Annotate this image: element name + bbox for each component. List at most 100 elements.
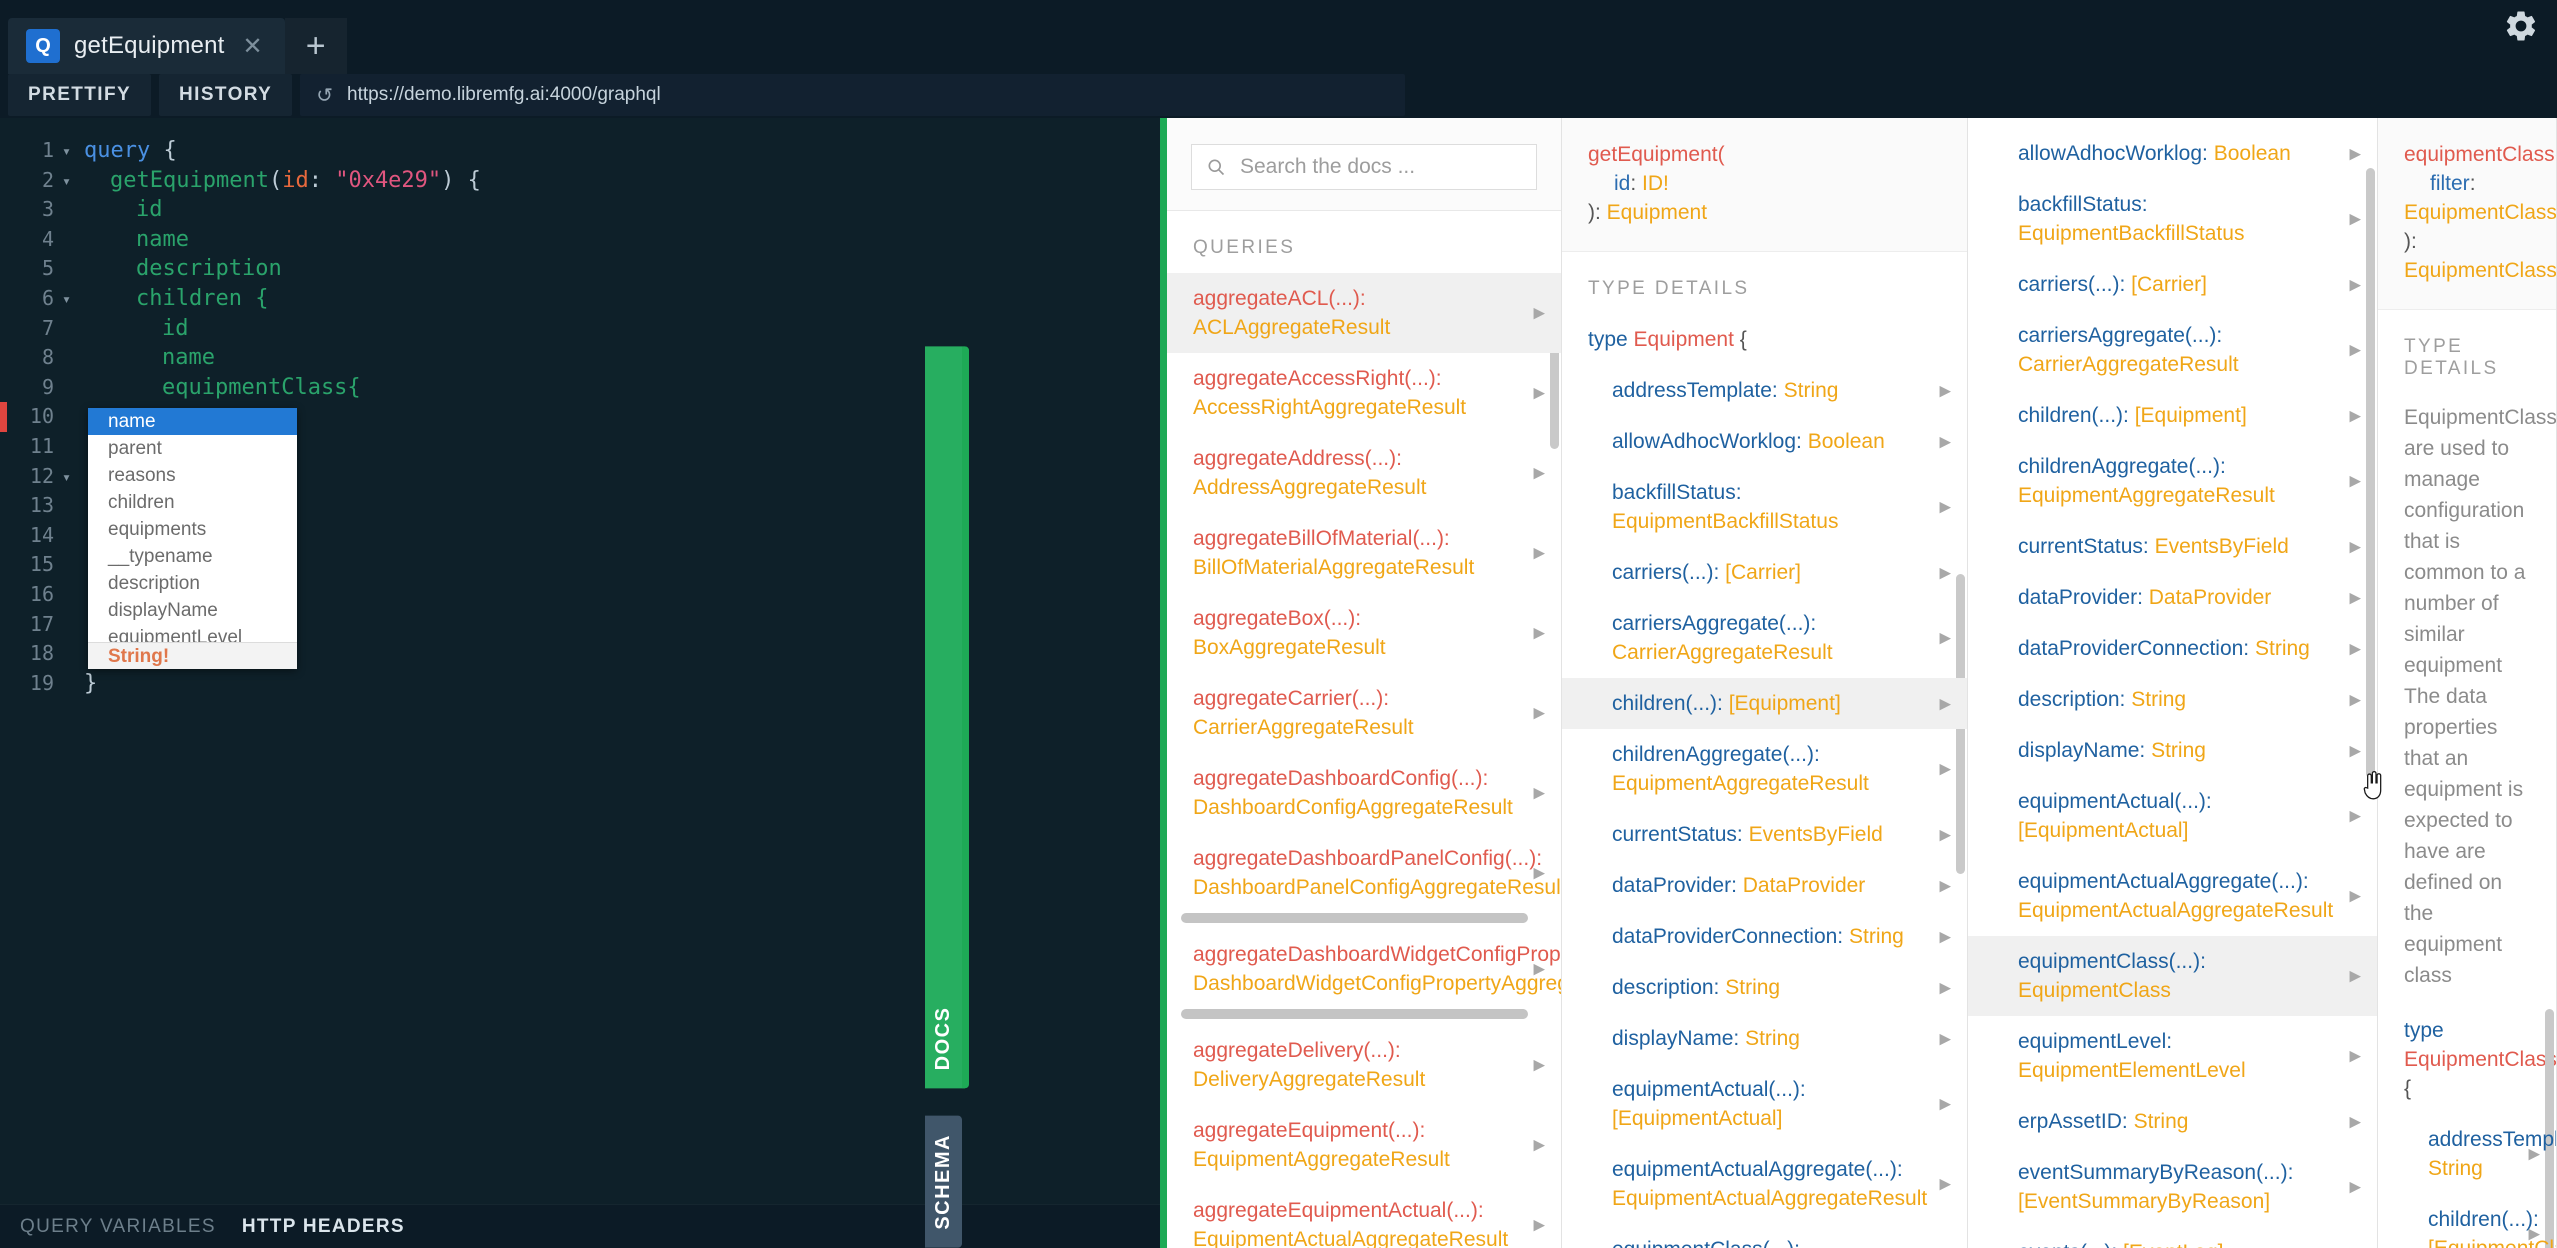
docs-field-row[interactable]: aggregateEquipment(...): EquipmentAggreg… — [1167, 1105, 1561, 1185]
endpoint-url-field[interactable]: ↺ https://demo.libremfg.ai:4000/graphql — [300, 74, 1406, 116]
autocomplete-popup[interactable]: name parent reasons children equipments __typ… — [88, 408, 297, 669]
docs-field-row[interactable]: eventSummaryByReason(...): [EventSummary… — [1968, 1147, 2377, 1227]
chevron-right-icon[interactable]: ▶ — [1939, 493, 1951, 522]
editor-line[interactable]: 5 description — [0, 254, 1160, 284]
chevron-right-icon[interactable]: ▶ — [2349, 1238, 2361, 1248]
docs-field-row[interactable]: equipmentClass(...): EquipmentClass▶ — [1562, 1224, 1967, 1248]
autocomplete-item[interactable]: description — [88, 570, 297, 597]
docs-field-row[interactable]: aggregateDelivery(...): DeliveryAggregat… — [1167, 1025, 1561, 1105]
gear-icon[interactable] — [2503, 8, 2539, 44]
chevron-right-icon[interactable]: ▶ — [1939, 558, 1951, 587]
chevron-right-icon[interactable]: ▶ — [1939, 973, 1951, 1002]
queries-list[interactable]: aggregateACL(...): ACLAggregateResult ▶ ag… — [1167, 273, 1561, 1248]
chevron-right-icon[interactable]: ▶ — [1533, 539, 1545, 568]
docs-field-row[interactable]: aggregateACL(...): ACLAggregateResult ▶ — [1167, 273, 1561, 353]
side-tab-docs[interactable]: DOCS — [925, 346, 969, 1089]
autocomplete-item[interactable]: __typename — [88, 543, 297, 570]
equipmentclass-fields-list[interactable]: type EquipmentClass { addressTemplate: S… — [2378, 1005, 2556, 1248]
query-tab-getequipment[interactable]: Q getEquipment ✕ — [8, 18, 285, 74]
new-tab-button[interactable]: + — [284, 18, 347, 74]
chevron-right-icon[interactable]: ▶ — [1533, 619, 1545, 648]
chevron-right-icon[interactable]: ▶ — [1533, 1131, 1545, 1160]
autocomplete-list[interactable]: name parent reasons children equipments __typ… — [88, 408, 297, 642]
chevron-right-icon[interactable]: ▶ — [1939, 1024, 1951, 1053]
chevron-right-icon[interactable]: ▶ — [2349, 736, 2361, 765]
docs-search-input[interactable] — [1240, 155, 1522, 179]
chevron-right-icon[interactable]: ▶ — [1533, 379, 1545, 408]
autocomplete-item[interactable]: reasons — [88, 462, 297, 489]
close-icon[interactable]: ✕ — [243, 32, 263, 61]
autocomplete-item[interactable]: parent — [88, 435, 297, 462]
history-button[interactable]: HISTORY — [159, 74, 293, 116]
chevron-right-icon[interactable]: ▶ — [1939, 922, 1951, 951]
editor-line[interactable]: 1 ▾ query { — [0, 136, 1160, 166]
docs-field-row[interactable]: equipmentLevel: EquipmentElementLevel ▶ — [1968, 1016, 2377, 1096]
docs-field-row[interactable]: dataProvider: DataProvider ▶ — [1562, 860, 1967, 911]
chevron-right-icon[interactable]: ▶ — [2349, 139, 2361, 168]
docs-field-row[interactable]: children(...): [EquipmentClass]▶ — [2378, 1194, 2556, 1248]
docs-field-row[interactable]: displayName: String ▶ — [1562, 1013, 1967, 1064]
tab-http-headers[interactable]: HTTP HEADERS — [242, 1216, 405, 1238]
chevron-right-icon[interactable]: ▶ — [1533, 1051, 1545, 1080]
docs-field-row[interactable]: displayName: String ▶ — [1968, 725, 2377, 776]
equipment-fields-list[interactable]: type Equipment { addressTemplate: String… — [1562, 314, 1967, 1248]
fold-toggle-icon[interactable]: ▾ — [62, 284, 84, 314]
docs-field-row[interactable]: description: String ▶ — [1562, 962, 1967, 1013]
chevron-right-icon[interactable]: ▶ — [1533, 459, 1545, 488]
docs-field-row[interactable]: aggregateEquipmentActual(...): Equipment… — [1167, 1185, 1561, 1248]
docs-field-row[interactable]: addressTemplate: String ▶ — [1562, 365, 1967, 416]
chevron-right-icon[interactable]: ▶ — [2349, 532, 2361, 561]
reload-icon[interactable]: ↺ — [316, 83, 333, 108]
chevron-right-icon[interactable]: ▶ — [1533, 1211, 1545, 1240]
chevron-right-icon[interactable]: ▶ — [2349, 270, 2361, 299]
autocomplete-item[interactable]: name — [88, 408, 297, 435]
editor-line[interactable]: 6 ▾ children { — [0, 284, 1160, 314]
editor-line[interactable]: 8 name — [0, 343, 1160, 373]
chevron-right-icon[interactable]: ▶ — [1533, 955, 1545, 984]
chevron-right-icon[interactable]: ▶ — [2528, 1140, 2540, 1169]
docs-search-box[interactable] — [1191, 144, 1537, 190]
chevron-right-icon[interactable]: ▶ — [1939, 755, 1951, 784]
docs-field-row[interactable]: aggregateDashboardPanelConfig(...): Dash… — [1167, 833, 1561, 913]
docs-field-row[interactable]: dataProviderConnection: String ▶ — [1562, 911, 1967, 962]
prettify-button[interactable]: PRETTIFY — [8, 74, 152, 116]
side-tab-schema[interactable]: SCHEMA — [925, 1116, 962, 1248]
docs-field-row[interactable]: carriersAggregate(...): CarrierAggregate… — [1968, 310, 2377, 390]
chevron-right-icon[interactable]: ▶ — [2349, 962, 2361, 991]
docs-field-row[interactable]: equipmentActualAggregate(...): Equipment… — [1562, 1144, 1967, 1224]
editor-line[interactable]: 7 id — [0, 314, 1160, 344]
docs-field-row[interactable]: backfillStatus: EquipmentBackfillStatus ▶ — [1968, 179, 2377, 259]
chevron-right-icon[interactable]: ▶ — [1533, 299, 1545, 328]
chevron-right-icon[interactable]: ▶ — [1939, 427, 1951, 456]
chevron-right-icon[interactable]: ▶ — [2349, 802, 2361, 831]
editor-line[interactable]: 9 equipmentClass{ — [0, 373, 1160, 403]
docs-field-row[interactable]: allowAdhocWorklog: Boolean ▶ — [1968, 128, 2377, 179]
docs-field-row[interactable]: carriers(...): [Carrier] ▶ — [1562, 547, 1967, 598]
docs-field-row[interactable]: aggregateCarrier(...): CarrierAggregateR… — [1167, 673, 1561, 753]
editor-line[interactable]: 19} — [0, 669, 1160, 699]
docs-field-row[interactable]: equipmentActual(...): [EquipmentActual] ▶ — [1968, 776, 2377, 856]
docs-field-row[interactable]: aggregateDashboardWidgetConfigPrope Dash… — [1167, 929, 1561, 1009]
docs-field-row[interactable]: currentStatus: EventsByField ▶ — [1968, 521, 2377, 572]
horizontal-scrollbar[interactable] — [1181, 1009, 1528, 1019]
autocomplete-item[interactable]: children — [88, 489, 297, 516]
docs-field-row[interactable]: carriersAggregate(...): CarrierAggregate… — [1562, 598, 1967, 678]
chevron-right-icon[interactable]: ▶ — [2349, 1173, 2361, 1202]
docs-field-row[interactable]: children(...): [Equipment] ▶ — [1968, 390, 2377, 441]
docs-field-row[interactable]: aggregateAccessRight(...): AccessRightAg… — [1167, 353, 1561, 433]
chevron-right-icon[interactable]: ▶ — [2349, 882, 2361, 911]
chevron-right-icon[interactable]: ▶ — [1939, 624, 1951, 653]
chevron-right-icon[interactable]: ▶ — [1533, 779, 1545, 808]
chevron-right-icon[interactable]: ▶ — [2349, 336, 2361, 365]
docs-field-row[interactable]: dataProviderConnection: String ▶ — [1968, 623, 2377, 674]
docs-field-row[interactable]: childrenAggregate(...): EquipmentAggrega… — [1968, 441, 2377, 521]
chevron-right-icon[interactable]: ▶ — [2349, 634, 2361, 663]
chevron-right-icon[interactable]: ▶ — [2349, 401, 2361, 430]
chevron-right-icon[interactable]: ▶ — [2349, 583, 2361, 612]
chevron-right-icon[interactable]: ▶ — [1939, 689, 1951, 718]
docs-field-row[interactable]: children(...): [Equipment] ▶ — [1562, 678, 1967, 729]
docs-field-row[interactable]: aggregateAddress(...): AddressAggregateR… — [1167, 433, 1561, 513]
chevron-right-icon[interactable]: ▶ — [1533, 699, 1545, 728]
docs-field-row[interactable]: description: String ▶ — [1968, 674, 2377, 725]
docs-field-row[interactable]: aggregateBox(...): BoxAggregateResult ▶ — [1167, 593, 1561, 673]
